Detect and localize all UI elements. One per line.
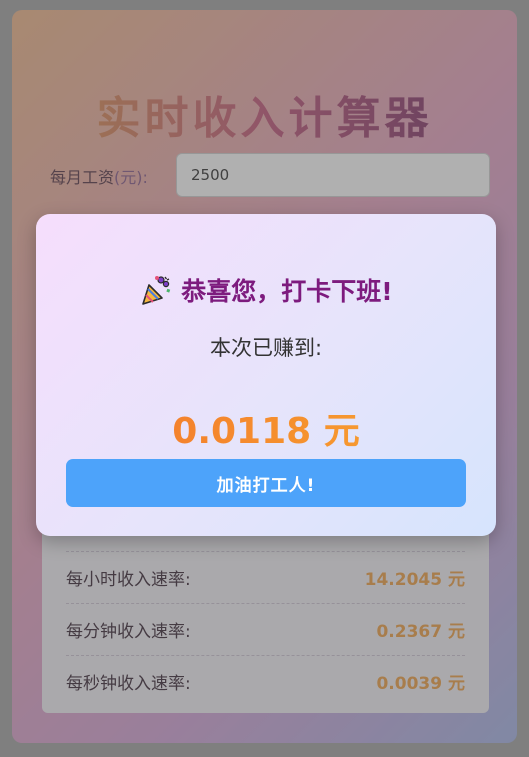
success-modal: 恭喜您，打卡下班! 本次已赚到: 0.0118 元 加油打工人!	[36, 214, 496, 536]
earned-label: 本次已赚到:	[209, 336, 323, 360]
cheer-button[interactable]: 加油打工人!	[66, 459, 466, 507]
party-popper-icon	[142, 276, 171, 305]
earned-amount: 0.0118 元	[36, 402, 496, 454]
page: 实时收入计算器 每月工资(元): 每小时收入速率: 14.2045 元 每分钟收…	[0, 0, 529, 757]
modal-title: 恭喜您，打卡下班!	[36, 272, 496, 308]
modal-title-text: 恭喜您，打卡下班!	[181, 277, 393, 306]
